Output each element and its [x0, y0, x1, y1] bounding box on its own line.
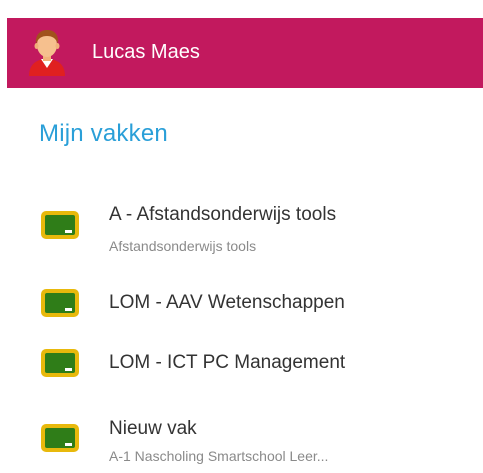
- chalkboard-icon: [41, 289, 79, 317]
- chalkboard-icon: [41, 424, 79, 452]
- chalkboard-icon: [41, 211, 79, 239]
- user-header[interactable]: Lucas Maes: [7, 18, 483, 88]
- course-subtitle: Afstandsonderwijs tools: [109, 238, 257, 254]
- user-avatar-icon[interactable]: [26, 28, 68, 76]
- chalkboard-icon: [41, 349, 79, 377]
- course-title[interactable]: Nieuw vak: [109, 417, 197, 441]
- course-item[interactable]: A - Afstandsonderwijs tools Afstandsonde…: [40, 200, 480, 254]
- course-subtitle: A-1 Nascholing Smartschool Leer...: [109, 448, 329, 464]
- course-item[interactable]: LOM - ICT PC Management: [40, 340, 480, 394]
- course-title[interactable]: LOM - AAV Wetenschappen: [109, 291, 345, 315]
- course-title[interactable]: LOM - ICT PC Management: [109, 351, 345, 375]
- user-name[interactable]: Lucas Maes: [92, 40, 200, 64]
- course-item[interactable]: LOM - AAV Wetenschappen: [40, 280, 480, 334]
- course-item[interactable]: Nieuw vak A-1 Nascholing Smartschool Lee…: [40, 413, 480, 467]
- section-title-my-courses: Mijn vakken: [39, 120, 168, 147]
- course-title[interactable]: A - Afstandsonderwijs tools: [109, 203, 336, 227]
- page: Lucas Maes Mijn vakken A - Afstandsonder…: [0, 0, 483, 473]
